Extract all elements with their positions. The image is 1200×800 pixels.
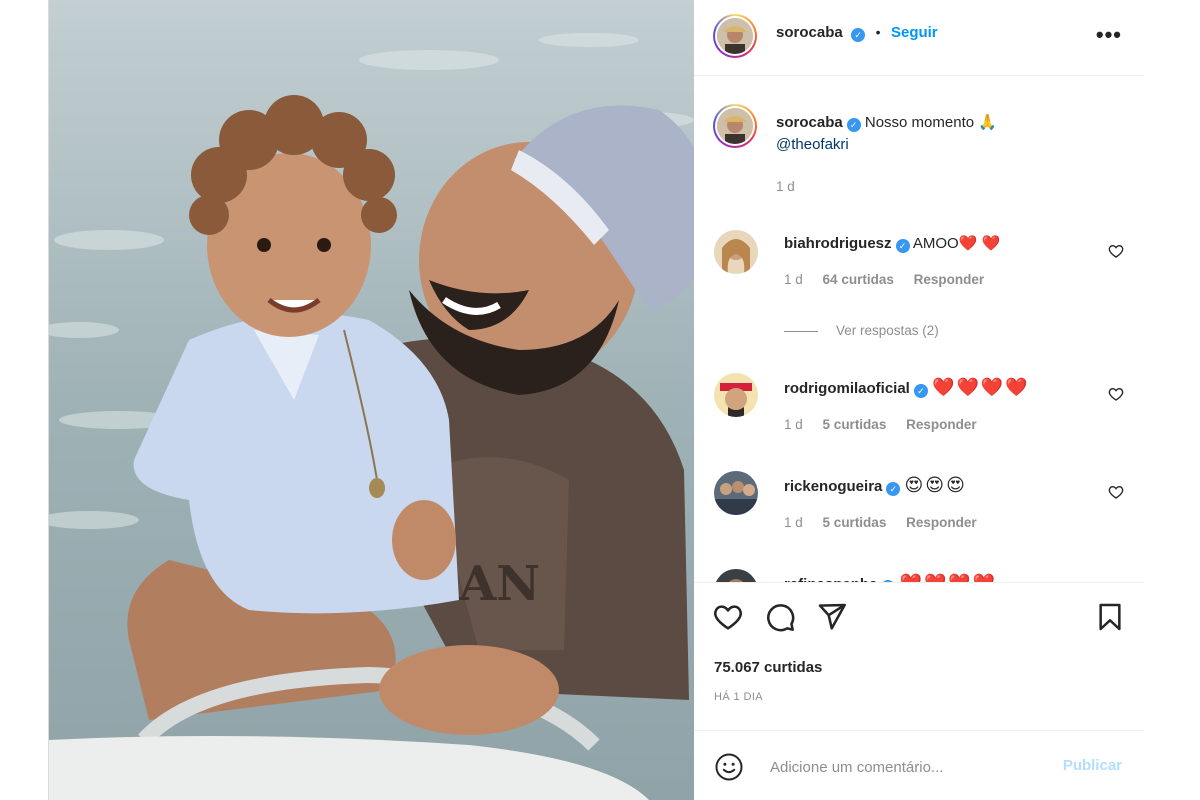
- like-comment-icon[interactable]: [1108, 243, 1124, 259]
- comment-likes[interactable]: 5 curtidas: [823, 417, 887, 432]
- comments-list[interactable]: sorocaba ✓ Nosso momento 🙏 @theofakri 1 d…: [694, 77, 1144, 582]
- comment-text: 😍😍😍: [904, 475, 967, 495]
- like-comment-icon[interactable]: [1108, 386, 1124, 402]
- comment-time: 1 d: [784, 272, 803, 287]
- post-header: sorocaba ✓ • Seguir •••: [694, 0, 1144, 76]
- comment-body: rickenogueira ✓ 😍😍😍 1 d 5 curtidas Respon…: [784, 474, 1094, 534]
- commenter-avatar[interactable]: [714, 230, 758, 274]
- comment-icon[interactable]: [764, 601, 796, 633]
- more-icon[interactable]: •••: [1096, 22, 1122, 48]
- post-photo[interactable]: AN: [49, 0, 694, 800]
- reply-button[interactable]: Responder: [914, 272, 985, 287]
- comment-meta: 1 d 64 curtidas Responder: [784, 269, 1094, 291]
- comment-text: AMOO❤️ ❤️: [912, 235, 1001, 252]
- avatar-image: [717, 18, 753, 54]
- caption-meta: 1 d: [776, 176, 1086, 198]
- post-date[interactable]: HÁ 1 DIA: [714, 691, 763, 703]
- view-replies-button[interactable]: Ver respostas (2): [784, 323, 939, 338]
- post-actions: 75.067 curtidas HÁ 1 DIA: [694, 582, 1144, 730]
- verified-badge-icon: ✓: [895, 239, 910, 253]
- heart-icon[interactable]: [712, 601, 744, 633]
- share-icon[interactable]: [816, 601, 848, 633]
- header-meta: sorocaba ✓ • Seguir: [776, 24, 938, 42]
- comment-input[interactable]: [768, 751, 1042, 783]
- comment-meta: 1 d 5 curtidas Responder: [784, 414, 1094, 436]
- caption-avatar[interactable]: [713, 104, 757, 148]
- instagram-post: AN sorocaba ✓ • Seguir ••• sorocaba ✓ No…: [48, 0, 1144, 800]
- separator-dot: •: [875, 24, 881, 40]
- caption-body: sorocaba ✓ Nosso momento 🙏 @theofakri 1 d: [776, 112, 1086, 198]
- emoji-icon[interactable]: [714, 752, 744, 782]
- comment-likes[interactable]: 64 curtidas: [823, 272, 894, 287]
- verified-badge-icon: ✓: [846, 118, 861, 132]
- commenter-avatar[interactable]: [714, 569, 758, 582]
- caption-text: Nosso momento 🙏: [864, 114, 997, 131]
- comment-time: 1 d: [784, 515, 803, 530]
- avatar-image: [717, 108, 753, 144]
- comment-text: ❤️❤️❤️❤️: [900, 573, 998, 582]
- caption-time: 1 d: [776, 179, 795, 194]
- comment-composer: Publicar: [694, 730, 1144, 800]
- caption-mention[interactable]: @theofakri: [776, 136, 849, 153]
- comment-body: biahrodriguesz ✓ AMOO❤️ ❤️ 1 d 64 curtida…: [784, 233, 1094, 291]
- comment-username[interactable]: rodrigomilaoficial: [784, 380, 910, 397]
- verified-badge-icon: ✓: [886, 482, 901, 496]
- comment-username[interactable]: rickenogueira: [784, 478, 882, 495]
- comment-time: 1 d: [784, 417, 803, 432]
- likes-count[interactable]: 75.067 curtidas: [714, 659, 822, 676]
- comment-text: ❤️❤️❤️❤️: [932, 377, 1030, 397]
- comment-likes[interactable]: 5 curtidas: [823, 515, 887, 530]
- like-comment-icon[interactable]: [1108, 484, 1124, 500]
- save-icon[interactable]: [1094, 601, 1126, 633]
- author-username[interactable]: sorocaba: [776, 24, 843, 41]
- verified-badge-icon: ✓: [851, 28, 866, 42]
- reply-button[interactable]: Responder: [906, 417, 977, 432]
- post-side-panel: sorocaba ✓ • Seguir ••• sorocaba ✓ Nosso…: [694, 0, 1144, 800]
- publish-button[interactable]: Publicar: [1063, 757, 1122, 774]
- author-avatar[interactable]: [713, 14, 757, 58]
- follow-button[interactable]: Seguir: [891, 24, 938, 41]
- comment-username[interactable]: biahrodriguesz: [784, 235, 892, 252]
- comment-meta: 1 d 5 curtidas Responder: [784, 512, 1094, 534]
- commenter-avatar[interactable]: [714, 471, 758, 515]
- caption-username[interactable]: sorocaba: [776, 114, 843, 131]
- verified-badge-icon: ✓: [913, 384, 928, 398]
- commenter-avatar[interactable]: [714, 373, 758, 417]
- svg-text:AN: AN: [458, 556, 540, 612]
- comment-body: rodrigomilaoficial ✓ ❤️❤️❤️❤️ 1 d 5 curti…: [784, 376, 1094, 436]
- comment-body: rafinaspenha✓ ❤️❤️❤️❤️: [784, 572, 1094, 582]
- photo-illustration: AN: [49, 0, 694, 800]
- reply-button[interactable]: Responder: [906, 515, 977, 530]
